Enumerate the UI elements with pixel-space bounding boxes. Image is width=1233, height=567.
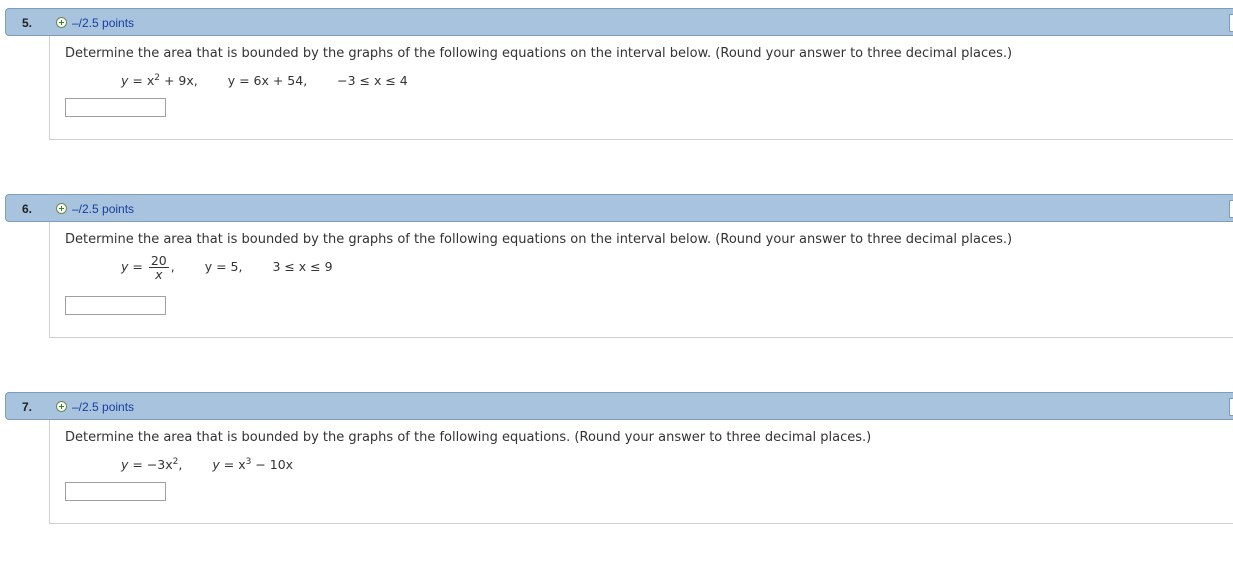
points-label[interactable]: –/2.5 points: [72, 16, 134, 30]
header-edge-box: [1229, 398, 1233, 416]
question-header: 7. –/2.5 points: [5, 392, 1233, 420]
question-body: Determine the area that is bounded by th…: [49, 420, 1233, 524]
eq2: y = 5,: [204, 259, 243, 274]
equations: y = x2 + 9x, y = 6x + 54, −3 ≤ x ≤ 4: [121, 73, 408, 88]
eq1-tail: + 9x,: [159, 73, 198, 89]
header-edge-box: [1229, 14, 1233, 32]
header-edge-box: [1229, 200, 1233, 218]
eq1-tail: ,: [178, 457, 183, 473]
fraction-numerator: 20: [148, 253, 169, 268]
equations: y = −3x2, y = x3 − 10x: [121, 457, 293, 472]
expand-plus-icon[interactable]: [56, 401, 67, 412]
eq2-lhs: y: [212, 457, 220, 473]
question-prompt: Determine the area that is bounded by th…: [65, 430, 872, 445]
points-label[interactable]: –/2.5 points: [72, 202, 134, 216]
eq1-equals: =: [132, 259, 143, 274]
interval: −3 ≤ x ≤ 4: [337, 73, 408, 89]
question-7: 7. –/2.5 points Determine the area that …: [0, 392, 1233, 524]
answer-input[interactable]: [65, 98, 166, 117]
eq1-tail: ,: [170, 259, 175, 274]
fraction-denominator: x: [155, 267, 163, 282]
eq1-rhs: = x: [132, 73, 155, 89]
question-5: 5. –/2.5 points Determine the area that …: [0, 8, 1233, 140]
fraction: 20 x: [148, 253, 169, 282]
equations: y = 20 x , y = 5, 3 ≤ x ≤ 9: [121, 254, 333, 281]
question-number: 6.: [22, 202, 33, 216]
question-header: 6. –/2.5 points: [5, 194, 1233, 222]
question-prompt: Determine the area that is bounded by th…: [65, 232, 1013, 247]
answer-input[interactable]: [65, 296, 166, 315]
eq2-rhs: = x: [223, 457, 246, 473]
question-header: 5. –/2.5 points: [5, 8, 1233, 36]
question-prompt: Determine the area that is bounded by th…: [65, 46, 1013, 61]
expand-plus-icon[interactable]: [56, 203, 67, 214]
question-body: Determine the area that is bounded by th…: [49, 222, 1233, 338]
answer-input[interactable]: [65, 482, 166, 501]
eq1-rhs: = −3x: [132, 457, 173, 473]
interval: 3 ≤ x ≤ 9: [272, 259, 333, 274]
eq1-lhs: y: [121, 73, 129, 89]
eq2-tail: − 10x: [251, 457, 294, 473]
points-label[interactable]: –/2.5 points: [72, 400, 134, 414]
question-number: 5.: [22, 16, 33, 30]
expand-plus-icon[interactable]: [56, 17, 67, 28]
eq1-lhs: y: [121, 457, 129, 473]
question-number: 7.: [22, 400, 33, 414]
eq2: y = 6x + 54,: [227, 73, 308, 89]
eq1-lhs: y: [121, 259, 129, 274]
question-body: Determine the area that is bounded by th…: [49, 36, 1233, 140]
question-6: 6. –/2.5 points Determine the area that …: [0, 194, 1233, 338]
